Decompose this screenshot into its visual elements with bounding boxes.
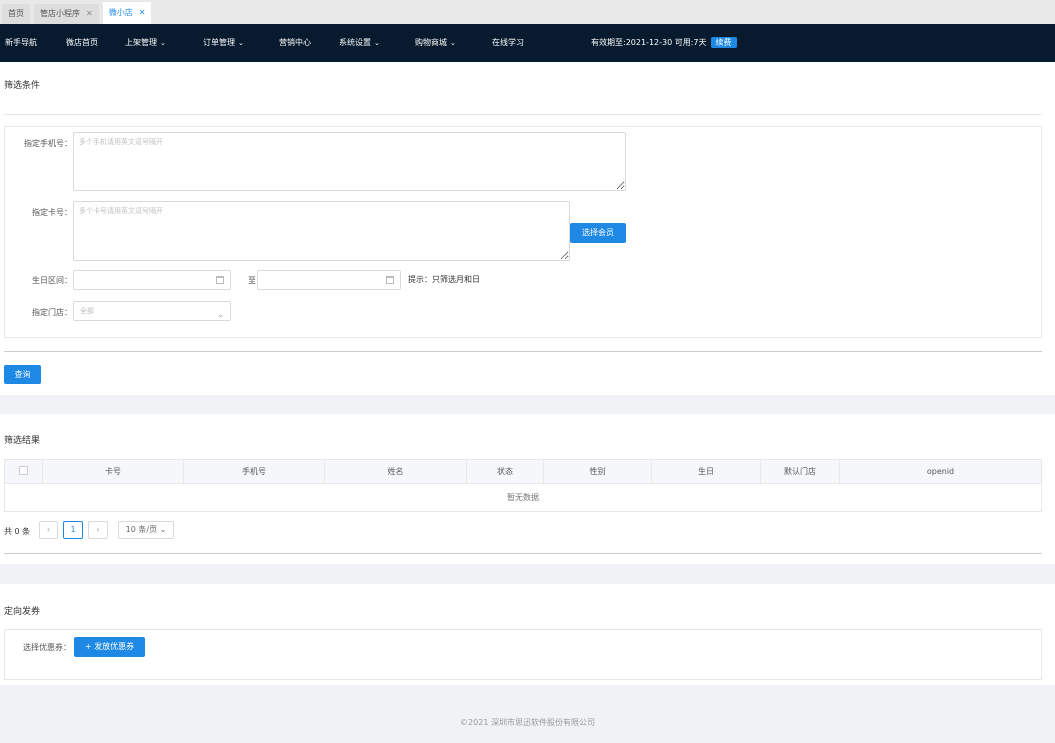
chevron-down-icon: ⌄ [238, 39, 244, 47]
page-size-value: 10 条/页 [125, 525, 158, 534]
coupon-title: 定向发券 [4, 607, 41, 617]
nav-store-home[interactable]: 微店首页 [66, 24, 98, 62]
expiry-info: 有效期至:2021-12-30 可用:7天 续费 [591, 24, 737, 62]
phone-input[interactable] [73, 132, 626, 191]
nav-learning[interactable]: 在线学习 [492, 24, 524, 62]
coupon-label: 选择优惠券： [23, 643, 71, 652]
column-header: 性别 [543, 459, 652, 484]
column-header: 默认门店 [760, 459, 840, 484]
select-all-cell[interactable] [4, 459, 43, 484]
card-input[interactable] [73, 201, 570, 261]
prev-page-button[interactable]: ‹ [39, 521, 58, 539]
tab-strip: 首页 管店小程序 ✕ 微小店 ✕ [0, 0, 1055, 24]
birthday-hint: 提示：只筛选月和日 [408, 275, 480, 284]
expiry-text: 有效期至:2021-12-30 可用:7天 [591, 38, 707, 47]
chevron-down-icon: ⌄ [157, 525, 167, 534]
calendar-icon [216, 276, 224, 284]
coupon-form [4, 629, 1042, 680]
tab-store-miniprogram[interactable]: 管店小程序 ✕ [34, 4, 99, 24]
nav-label: 上架管理 [125, 38, 157, 47]
next-page-button[interactable]: › [88, 521, 108, 539]
results-title: 筛选结果 [4, 436, 41, 446]
top-nav: 新手导航 微店首页 上架管理 ⌄ 订单管理 ⌄ 营销中心 系统设置 ⌄ 购物商城 ⌄ 在… [0, 24, 1055, 62]
results-panel: 筛选结果 卡号 手机号 姓名 状态 性别 生日 默认门店 openid 暂无数据… [0, 414, 1055, 564]
divider [4, 351, 1042, 352]
empty-row: 暂无数据 [4, 483, 1042, 512]
nav-marketing[interactable]: 营销中心 [279, 24, 311, 62]
chevron-down-icon: ⌄ [450, 39, 456, 47]
column-header: 生日 [651, 459, 761, 484]
table-header-row: 卡号 手机号 姓名 状态 性别 生日 默认门店 openid [4, 459, 1042, 484]
select-all-checkbox[interactable] [19, 466, 28, 475]
birthday-label: 生日区间： [32, 276, 72, 285]
birthday-end-input[interactable] [257, 270, 401, 290]
nav-label: 购物商城 [415, 38, 447, 47]
select-member-button[interactable]: 选择会员 [570, 223, 626, 243]
nav-label: 订单管理 [203, 38, 235, 47]
filter-panel: 筛选条件 指定手机号： 指定卡号： 选择会员 生日区间： 至 提示：只筛选月和日… [0, 62, 1055, 395]
tab-home[interactable]: 首页 [2, 4, 30, 24]
store-value: 全部 [80, 307, 94, 315]
tab-label: 首页 [8, 9, 24, 18]
chevron-down-icon: ⌄ [374, 39, 380, 47]
total-count: 共 0 条 [4, 527, 31, 536]
nav-label: 系统设置 [339, 38, 371, 47]
nav-guide[interactable]: 新手导航 [5, 24, 37, 62]
column-header: 卡号 [42, 459, 184, 484]
nav-orders[interactable]: 订单管理 ⌄ [203, 24, 244, 62]
renew-button[interactable]: 续费 [710, 37, 737, 48]
divider [4, 553, 1042, 554]
column-header: openid [839, 459, 1042, 484]
close-icon[interactable]: ✕ [86, 4, 93, 24]
to-label: 至 [248, 276, 256, 285]
results-table: 卡号 手机号 姓名 状态 性别 生日 默认门店 openid 暂无数据 [4, 459, 1042, 512]
page-1-button[interactable]: 1 [63, 521, 83, 539]
footer: ©2021 深圳市思迅软件股份有限公司 [460, 718, 595, 727]
filter-title: 筛选条件 [4, 81, 41, 91]
chevron-left-icon: ‹ [46, 525, 51, 534]
close-icon[interactable]: ✕ [139, 3, 146, 23]
store-select[interactable]: 全部 ⌄ [73, 301, 231, 321]
column-header: 状态 [466, 459, 544, 484]
calendar-icon [386, 276, 394, 284]
tab-micro-store[interactable]: 微小店 ✕ [102, 2, 152, 24]
birthday-start-input[interactable] [73, 270, 231, 290]
card-label: 指定卡号： [32, 208, 72, 217]
empty-message: 暂无数据 [4, 483, 1042, 512]
nav-mall[interactable]: 购物商城 ⌄ [415, 24, 456, 62]
chevron-down-icon: ⌄ [160, 39, 166, 47]
query-button[interactable]: 查询 [4, 365, 41, 384]
store-label: 指定门店： [32, 308, 72, 317]
divider [4, 114, 1042, 115]
column-header: 手机号 [183, 459, 325, 484]
tab-label: 微小店 [108, 8, 133, 17]
issue-coupon-button[interactable]: + 发放优惠券 [74, 637, 145, 657]
nav-listing[interactable]: 上架管理 ⌄ [125, 24, 166, 62]
chevron-right-icon: › [96, 525, 100, 534]
tab-label: 管店小程序 [40, 9, 80, 18]
page-size-select[interactable]: 10 条/页 ⌄ [118, 521, 174, 539]
phone-label: 指定手机号： [24, 139, 72, 148]
chevron-down-icon: ⌄ [217, 310, 224, 319]
column-header: 姓名 [324, 459, 467, 484]
coupon-panel: 定向发券 选择优惠券： + 发放优惠券 [0, 584, 1055, 685]
nav-settings[interactable]: 系统设置 ⌄ [339, 24, 380, 62]
